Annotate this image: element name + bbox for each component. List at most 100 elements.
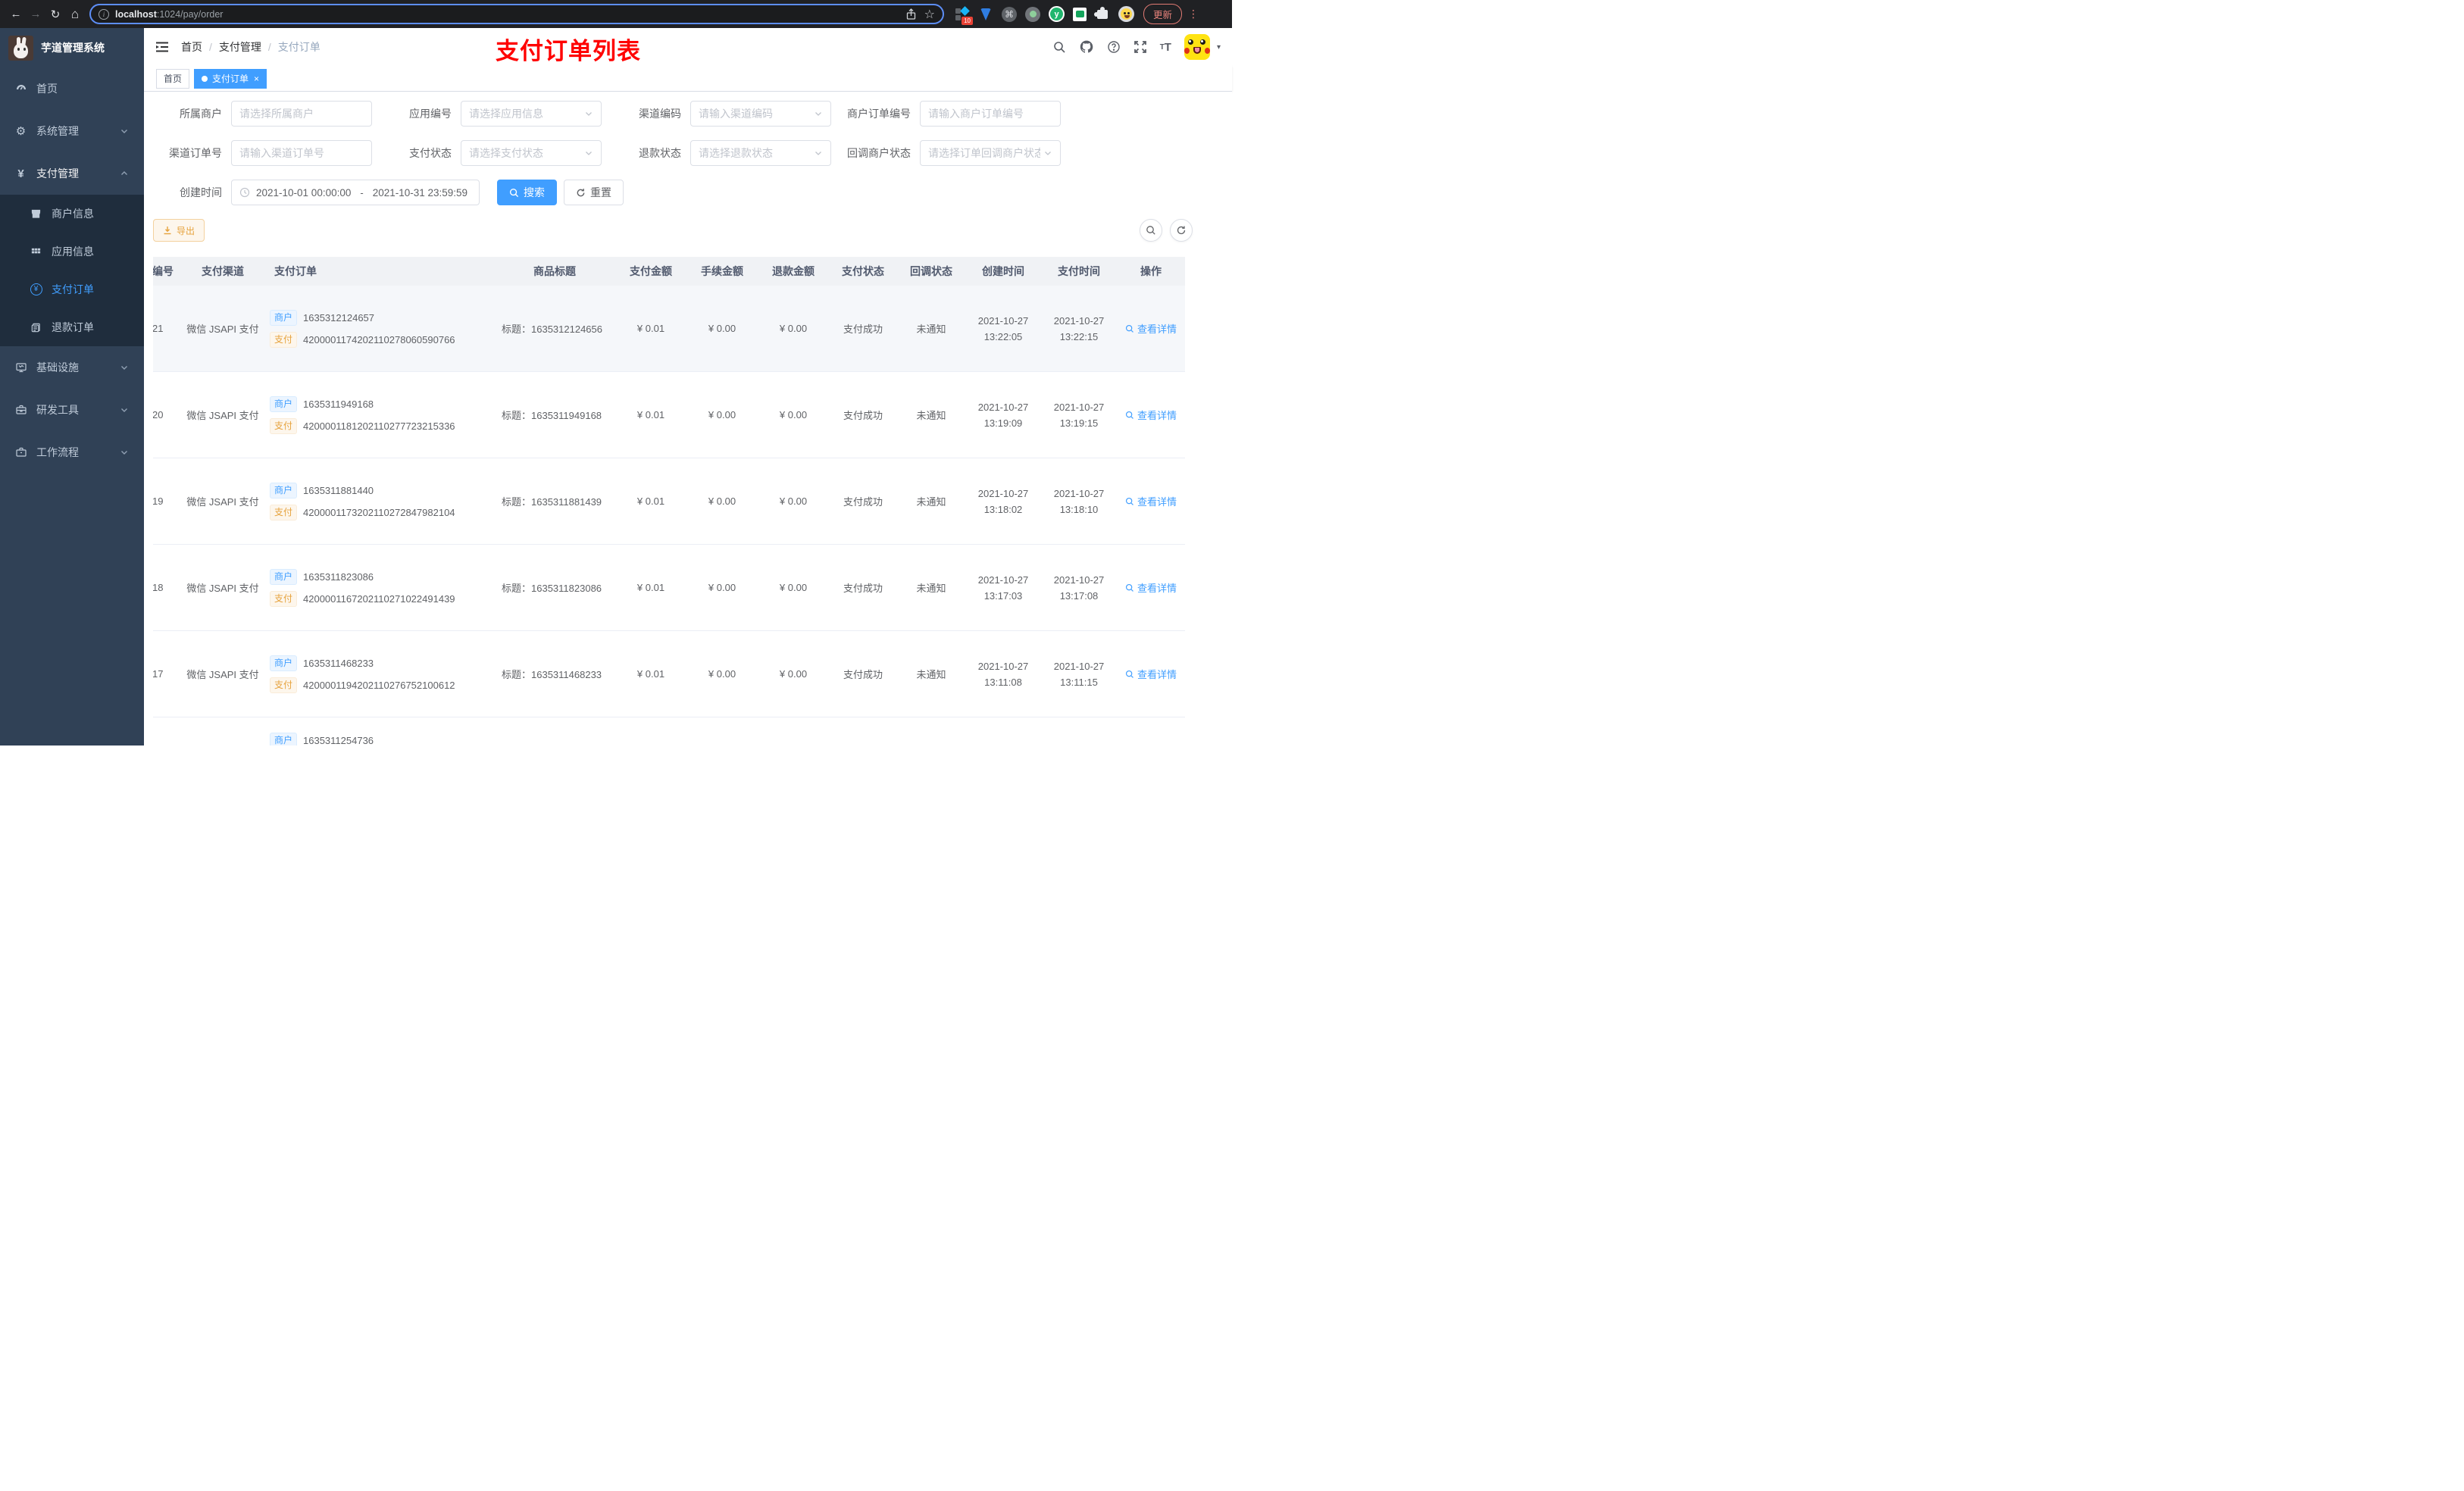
extension-y-icon[interactable]: y — [1049, 6, 1065, 22]
breadcrumb-home[interactable]: 首页 — [181, 39, 202, 55]
address-bar[interactable]: i localhost :1024/pay/order ☆ — [89, 4, 944, 24]
notify-status-select[interactable]: 请选择订单回调商户状态 — [920, 140, 1061, 166]
browser-menu-icon[interactable]: ⋮ — [1188, 8, 1199, 20]
extension-command-icon[interactable]: ⌘ — [1002, 6, 1017, 22]
view-detail-link[interactable]: 查看详情 — [1125, 321, 1177, 336]
col-channel: 支付渠道 — [202, 265, 244, 277]
sidebar-item-label: 系统管理 — [36, 125, 79, 137]
filter-label: 商户订单编号 — [847, 108, 911, 120]
monitor-icon — [14, 361, 27, 374]
sidebar-item-app-info[interactable]: 应用信息 — [0, 233, 144, 270]
cell-id: 20 — [153, 409, 164, 420]
browser-back-icon[interactable]: ← — [6, 5, 26, 24]
toolbox-icon — [14, 404, 27, 416]
tab-home[interactable]: 首页 — [156, 68, 190, 89]
cell-paid: 2021-10-27 13:17:08 — [1053, 574, 1105, 602]
col-id: 编号 — [153, 265, 174, 277]
clock-icon — [239, 187, 250, 198]
table-row: 21 微信 JSAPI 支付 商户 1635312124657 支付 4200001… — [153, 286, 1185, 372]
channel-code-select[interactable]: 请输入渠道编码 — [690, 101, 831, 127]
browser-home-icon[interactable]: ⌂ — [65, 5, 85, 24]
cell-action: 查看详情 — [1117, 321, 1185, 336]
chevron-down-icon — [120, 127, 129, 136]
help-icon[interactable] — [1107, 40, 1121, 54]
cell-amount: ¥ 0.01 — [636, 582, 665, 593]
cell-channel: 微信 JSAPI 支付 — [186, 583, 259, 594]
filter-label: 回调商户状态 — [847, 147, 911, 159]
cell-refund: ¥ 0.00 — [779, 409, 808, 420]
sidebar-item-home[interactable]: 首页 — [0, 67, 144, 110]
cell-notify: 未通知 — [916, 410, 946, 421]
browser-update-button[interactable]: 更新 — [1143, 4, 1183, 24]
extensions-puzzle-icon[interactable] — [1094, 6, 1110, 22]
browser-reload-icon[interactable]: ↻ — [45, 5, 65, 24]
tags-view: 首页 支付订单 × — [144, 66, 1232, 92]
breadcrumb: 首页 / 支付管理 / 支付订单 — [181, 39, 321, 55]
refund-status-select[interactable]: 请选择退款状态 — [690, 140, 831, 166]
bookmark-star-icon[interactable]: ☆ — [924, 7, 935, 22]
sidebar-collapse-icon[interactable] — [155, 40, 169, 54]
pay-tag: 支付 — [270, 417, 298, 434]
cell-fee: ¥ 0.00 — [708, 409, 736, 420]
github-icon[interactable] — [1079, 39, 1094, 55]
merchant-input[interactable] — [231, 101, 372, 127]
site-info-icon[interactable]: i — [98, 8, 109, 20]
cell-paid: 2021-10-27 13:19:15 — [1053, 401, 1105, 429]
avatar-caret-icon[interactable]: ▾ — [1217, 43, 1221, 52]
font-size-icon[interactable]: TT — [1160, 41, 1171, 54]
sidebar-item-merchant-info[interactable]: 商户信息 — [0, 195, 144, 233]
cell-action: 查看详情 — [1117, 580, 1185, 595]
pay-status-select[interactable]: 请选择支付状态 — [461, 140, 602, 166]
merchant-order-no-field[interactable] — [928, 108, 1052, 120]
search-icon[interactable] — [1052, 40, 1066, 54]
view-detail-link[interactable]: 查看详情 — [1125, 580, 1177, 595]
date-range-input[interactable]: 2021-10-01 00:00:00 - 2021-10-31 23:59:5… — [231, 180, 480, 205]
export-button[interactable]: 导出 — [153, 219, 205, 242]
filter-row-2: 渠道订单号 支付状态 请选择支付状态 退款状态 请选择退款状态 — [153, 140, 1223, 166]
extension-diamond-icon[interactable]: 10 — [955, 5, 973, 25]
sidebar-item-workflow[interactable]: 工作流程 — [0, 431, 144, 474]
breadcrumb-separator: / — [267, 41, 271, 53]
cell-fee: ¥ 0.00 — [708, 323, 736, 334]
cell-action: 查看详情 — [1117, 494, 1185, 508]
sidebar-item-pay-order[interactable]: ¥ 支付订单 — [0, 270, 144, 308]
tab-pay-order[interactable]: 支付订单 × — [194, 68, 267, 89]
breadcrumb-payment[interactable]: 支付管理 — [219, 39, 261, 55]
view-detail-link[interactable]: 查看详情 — [1125, 667, 1177, 681]
share-icon[interactable] — [905, 8, 917, 20]
merchant-tag: 商户 — [270, 395, 298, 412]
search-button[interactable]: 搜索 — [497, 180, 557, 205]
sidebar-item-infrastructure[interactable]: 基础设施 — [0, 346, 144, 389]
view-detail-link[interactable]: 查看详情 — [1125, 494, 1177, 508]
extension-chat-icon[interactable] — [1073, 7, 1087, 21]
extension-row: 10 ⌘ y — [955, 5, 1134, 25]
sidebar-item-dev-tools[interactable]: 研发工具 — [0, 389, 144, 431]
view-detail-link[interactable]: 查看详情 — [1125, 408, 1177, 422]
channel-order-no-field[interactable] — [239, 147, 364, 159]
cell-amount: ¥ 0.01 — [636, 495, 665, 507]
sidebar-logo[interactable]: 芋道管理系统 — [0, 28, 144, 67]
merchant-order-no: 1635311949168 — [303, 398, 374, 410]
tab-close-icon[interactable]: × — [254, 73, 259, 84]
browser-forward-icon[interactable]: → — [26, 5, 45, 24]
sidebar-item-refund-order[interactable]: 退款订单 — [0, 308, 144, 346]
hide-search-button[interactable] — [1140, 219, 1162, 242]
fullscreen-icon[interactable] — [1134, 40, 1147, 54]
filter-label: 应用编号 — [409, 108, 452, 120]
channel-order-no-input[interactable] — [231, 140, 372, 166]
chevron-down-icon — [584, 148, 593, 158]
app-select[interactable]: 请选择应用信息 — [461, 101, 602, 127]
avatar[interactable] — [1184, 34, 1210, 60]
extension-kite-icon[interactable] — [978, 7, 993, 22]
merchant-input-field[interactable] — [239, 108, 364, 120]
filter-notify-status: 回调商户状态 请选择订单回调商户状态 — [842, 140, 1061, 166]
profile-emoji-icon[interactable] — [1118, 6, 1134, 22]
sidebar-item-system[interactable]: ⚙ 系统管理 — [0, 110, 144, 152]
cell-id: 18 — [153, 582, 164, 593]
reset-button[interactable]: 重置 — [564, 180, 624, 205]
extension-green-dot-icon[interactable] — [1025, 6, 1040, 22]
refresh-button[interactable] — [1170, 219, 1193, 242]
merchant-order-no-input[interactable] — [920, 101, 1061, 127]
pay-tag: 支付 — [270, 504, 298, 520]
sidebar-item-payment[interactable]: ¥ 支付管理 — [0, 152, 144, 195]
